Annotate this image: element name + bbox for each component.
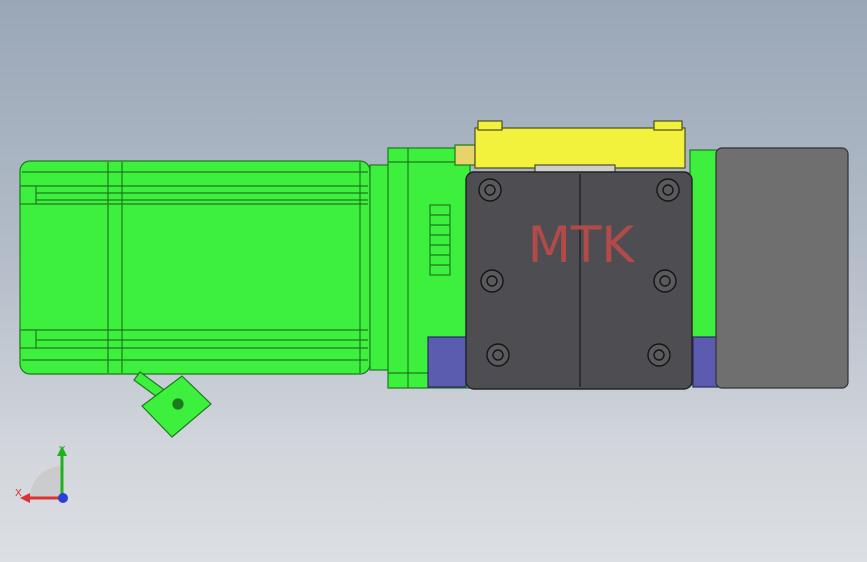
brand-label: MTK (528, 216, 636, 274)
triad-plane (30, 466, 62, 498)
z-axis-dot (58, 493, 68, 503)
slide-block-left (427, 336, 467, 388)
axis-triad: Y X (15, 445, 68, 503)
cable-connector (133, 371, 212, 438)
motor-assembly-model: MTK (19, 120, 849, 438)
x-axis-label: X (15, 488, 22, 499)
motor-body (19, 160, 371, 375)
top-bracket (474, 120, 686, 174)
y-axis-label: Y (58, 445, 66, 456)
end-cover (715, 147, 849, 389)
cad-viewport[interactable]: MTK Y X (0, 0, 867, 562)
